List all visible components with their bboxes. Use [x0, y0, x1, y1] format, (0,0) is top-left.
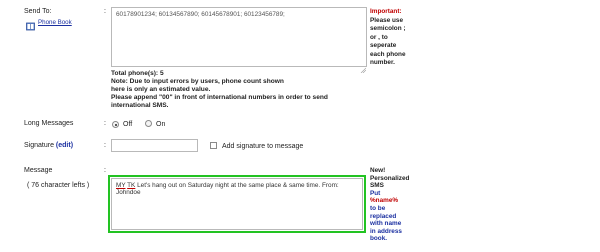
personalized-note: New! Personalized SMS Put %name% to be r…	[370, 167, 409, 243]
phone-book-label: Phone Book	[38, 19, 72, 26]
phones-note: Total phone(s): 5 Note: Due to input err…	[111, 70, 328, 110]
send-to-colon: :	[104, 8, 106, 15]
message-body: Let's hang out on Saturday night at the …	[116, 182, 339, 196]
long-messages-off-radio[interactable]	[112, 121, 119, 128]
note-line: Please append "00" in front of internati…	[111, 94, 328, 101]
long-messages-on-radio[interactable]	[145, 120, 152, 127]
characters-left: ( 76 character lefts )	[27, 182, 90, 189]
note-line: here is only an estimated value.	[111, 86, 211, 93]
send-to-label: Send To:	[24, 8, 52, 15]
put-label: Put	[370, 189, 381, 197]
signature-edit-link[interactable]: (edit)	[56, 142, 73, 149]
important-line: or , to	[370, 33, 388, 41]
message-textarea[interactable]: MY TK Let's hang out on Saturday night a…	[111, 178, 363, 230]
important-line: seperate	[370, 42, 397, 49]
new-line: New!	[370, 167, 386, 174]
replace-line: in address	[370, 227, 402, 235]
long-messages-off-label: Off	[123, 121, 133, 128]
textarea-resize-handle[interactable]	[360, 60, 367, 74]
replace-line: replaced	[370, 212, 397, 220]
message-label: Message	[24, 167, 53, 174]
important-line: each phone	[370, 50, 406, 58]
total-phones: Total phone(s): 5	[111, 70, 164, 77]
long-messages-colon: :	[104, 120, 106, 127]
signature-colon: :	[104, 142, 106, 149]
phone-book-icon	[26, 18, 35, 31]
new-line: SMS	[370, 182, 384, 190]
important-line: number.	[370, 59, 395, 66]
long-messages-on-label: On	[156, 121, 166, 128]
add-signature-label: Add signature to message	[222, 143, 304, 150]
signature-input[interactable]	[111, 139, 198, 152]
important-line: Please use	[370, 16, 404, 24]
replace-line: book.	[370, 235, 388, 243]
token-my: MY	[116, 182, 126, 189]
add-signature-checkbox[interactable]	[210, 142, 217, 149]
new-line: Personalized	[370, 174, 410, 182]
signature-label-group: Signature (edit)	[24, 142, 73, 149]
important-line: semicolon ;	[370, 25, 406, 32]
phone-numbers-textarea[interactable]: 60178901234; 60134567890; 60145678901; 6…	[111, 7, 367, 67]
long-messages-label: Long Messages	[24, 120, 74, 127]
signature-label: Signature	[24, 142, 54, 149]
replace-line: with name	[370, 220, 402, 228]
note-line: Note: Due to input errors by users, phon…	[111, 78, 284, 85]
message-colon: :	[104, 167, 106, 174]
phone-book-link[interactable]: Phone Book	[26, 18, 72, 31]
phone-numbers-value: 60178901234; 60134567890; 60145678901; 6…	[116, 11, 285, 18]
important-note: Important: Please use semicolon ; or , t…	[370, 8, 406, 68]
name-token: %name%	[370, 197, 399, 205]
replace-line: to be	[370, 204, 386, 212]
important-title: Important:	[370, 8, 402, 15]
note-line: international SMS.	[111, 102, 169, 109]
